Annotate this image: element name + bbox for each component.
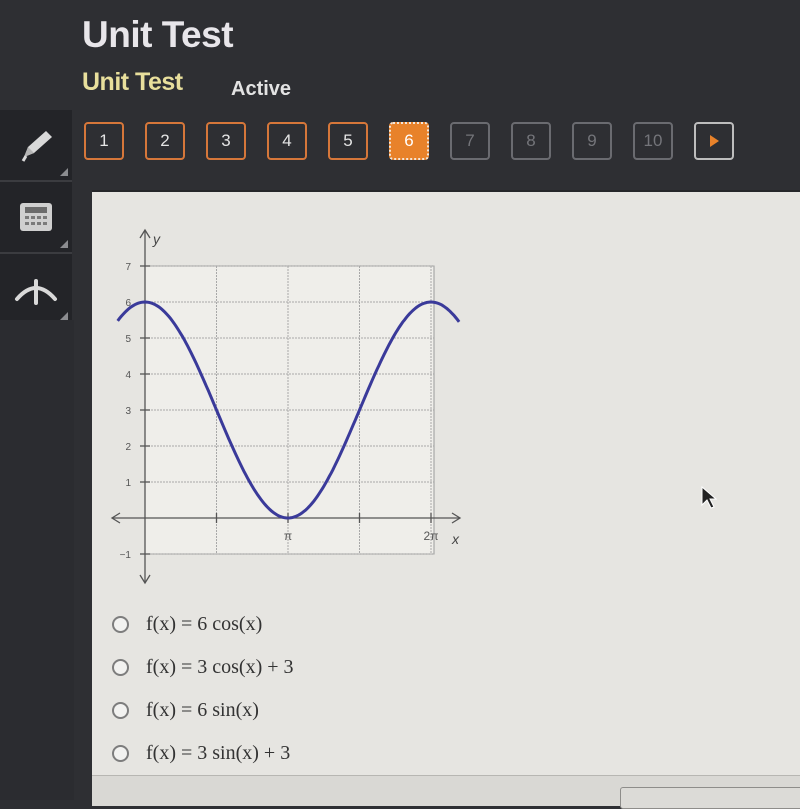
question-button-7[interactable]: 7 — [450, 122, 490, 160]
x-tick-label: π — [284, 529, 292, 543]
question-button-8[interactable]: 8 — [511, 122, 551, 160]
calculator-tool-button[interactable] — [0, 182, 72, 254]
reference-icon — [15, 279, 57, 305]
choice-label: f(x) = 6 cos(x) — [146, 613, 263, 635]
answer-choices: f(x) = 6 cos(x) f(x) = 3 cos(x) + 3 f(x)… — [112, 610, 294, 782]
tool-sidebar — [0, 110, 74, 326]
x-tick-label: 2π — [424, 529, 439, 543]
function-graph: −11234567π 2π x y — [110, 228, 462, 585]
question-button-9[interactable]: 9 — [572, 122, 612, 160]
expand-corner — [60, 312, 68, 320]
radio-button[interactable] — [112, 616, 129, 633]
question-button-6[interactable]: 6 — [389, 122, 429, 160]
mouse-cursor-icon — [701, 485, 718, 509]
question-button-1[interactable]: 1 — [84, 122, 124, 160]
question-navigation: 1 2 3 4 5 6 7 8 9 10 — [84, 122, 734, 160]
answer-choice-3[interactable]: f(x) = 6 sin(x) — [112, 696, 294, 725]
radio-button[interactable] — [112, 745, 129, 762]
expand-corner — [60, 240, 68, 248]
sidebar-background — [0, 320, 74, 800]
y-axis-label: y — [152, 231, 161, 247]
question-button-3[interactable]: 3 — [206, 122, 246, 160]
choice-label: f(x) = 3 sin(x) + 3 — [146, 742, 291, 764]
x-axis-label: x — [451, 531, 460, 547]
pencil-tool-button[interactable] — [0, 110, 72, 182]
answer-choice-1[interactable]: f(x) = 6 cos(x) — [112, 610, 294, 639]
y-tick-label: 5 — [125, 334, 131, 345]
calculator-icon — [20, 203, 52, 231]
reference-tool-button[interactable] — [0, 254, 72, 326]
choice-label: f(x) = 3 cos(x) + 3 — [146, 656, 294, 678]
next-question-button[interactable] — [694, 122, 734, 160]
page-title: Unit Test — [82, 14, 234, 55]
y-tick-label: 7 — [125, 262, 131, 273]
y-tick-label: −1 — [120, 550, 132, 561]
radio-button[interactable] — [112, 659, 129, 676]
test-name: Unit Test — [82, 68, 183, 96]
y-tick-label: 3 — [125, 406, 131, 417]
question-button-2[interactable]: 2 — [145, 122, 185, 160]
status-label: Active — [231, 78, 292, 100]
question-button-4[interactable]: 4 — [267, 122, 307, 160]
play-arrow-icon — [710, 135, 719, 147]
question-button-5[interactable]: 5 — [328, 122, 368, 160]
radio-button[interactable] — [112, 702, 129, 719]
expand-corner — [60, 168, 68, 176]
choice-label: f(x) = 6 sin(x) — [146, 699, 259, 721]
y-tick-label: 4 — [125, 370, 131, 381]
y-tick-label: 2 — [125, 442, 131, 453]
grid-lines — [144, 265, 435, 555]
question-button-10[interactable]: 10 — [633, 122, 673, 160]
pencil-icon — [21, 131, 52, 162]
footer-button[interactable] — [620, 787, 800, 809]
y-tick-label: 1 — [125, 478, 131, 489]
answer-choice-2[interactable]: f(x) = 3 cos(x) + 3 — [112, 653, 294, 682]
answer-choice-4[interactable]: f(x) = 3 sin(x) + 3 — [112, 739, 294, 768]
